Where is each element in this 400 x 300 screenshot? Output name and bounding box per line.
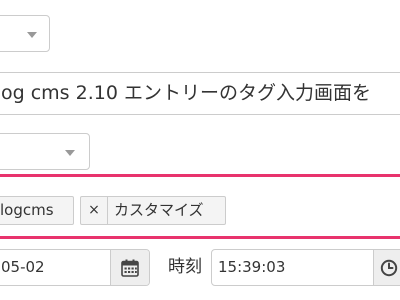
clock-icon bbox=[380, 259, 398, 276]
calendar-icon bbox=[121, 259, 139, 277]
chevron-down-icon bbox=[27, 32, 37, 38]
clock-button[interactable] bbox=[373, 250, 400, 285]
entry-title-input[interactable]: og cms 2.10 エントリーのタグ入力画面を bbox=[0, 72, 400, 115]
tag-chip[interactable]: logcms bbox=[0, 196, 74, 225]
tag-label: カスタマイズ bbox=[114, 201, 204, 219]
time-label: 時刻 bbox=[168, 257, 202, 277]
tag-chip[interactable]: × カスタマイズ bbox=[80, 196, 226, 225]
highlight-line-top bbox=[0, 174, 400, 177]
tag-remove-button[interactable]: × bbox=[81, 197, 108, 224]
highlight-line-bottom bbox=[0, 236, 400, 239]
time-input[interactable]: 15:39:03 bbox=[211, 249, 400, 286]
chevron-down-icon bbox=[65, 150, 75, 156]
tag-label: logcms bbox=[0, 201, 54, 219]
status-select[interactable] bbox=[0, 133, 90, 170]
time-value[interactable]: 15:39:03 bbox=[212, 250, 373, 285]
date-value[interactable]: 05-02 bbox=[0, 250, 110, 285]
date-input[interactable]: 05-02 bbox=[0, 249, 150, 286]
category-select[interactable] bbox=[0, 15, 50, 52]
calendar-button[interactable] bbox=[110, 250, 149, 285]
